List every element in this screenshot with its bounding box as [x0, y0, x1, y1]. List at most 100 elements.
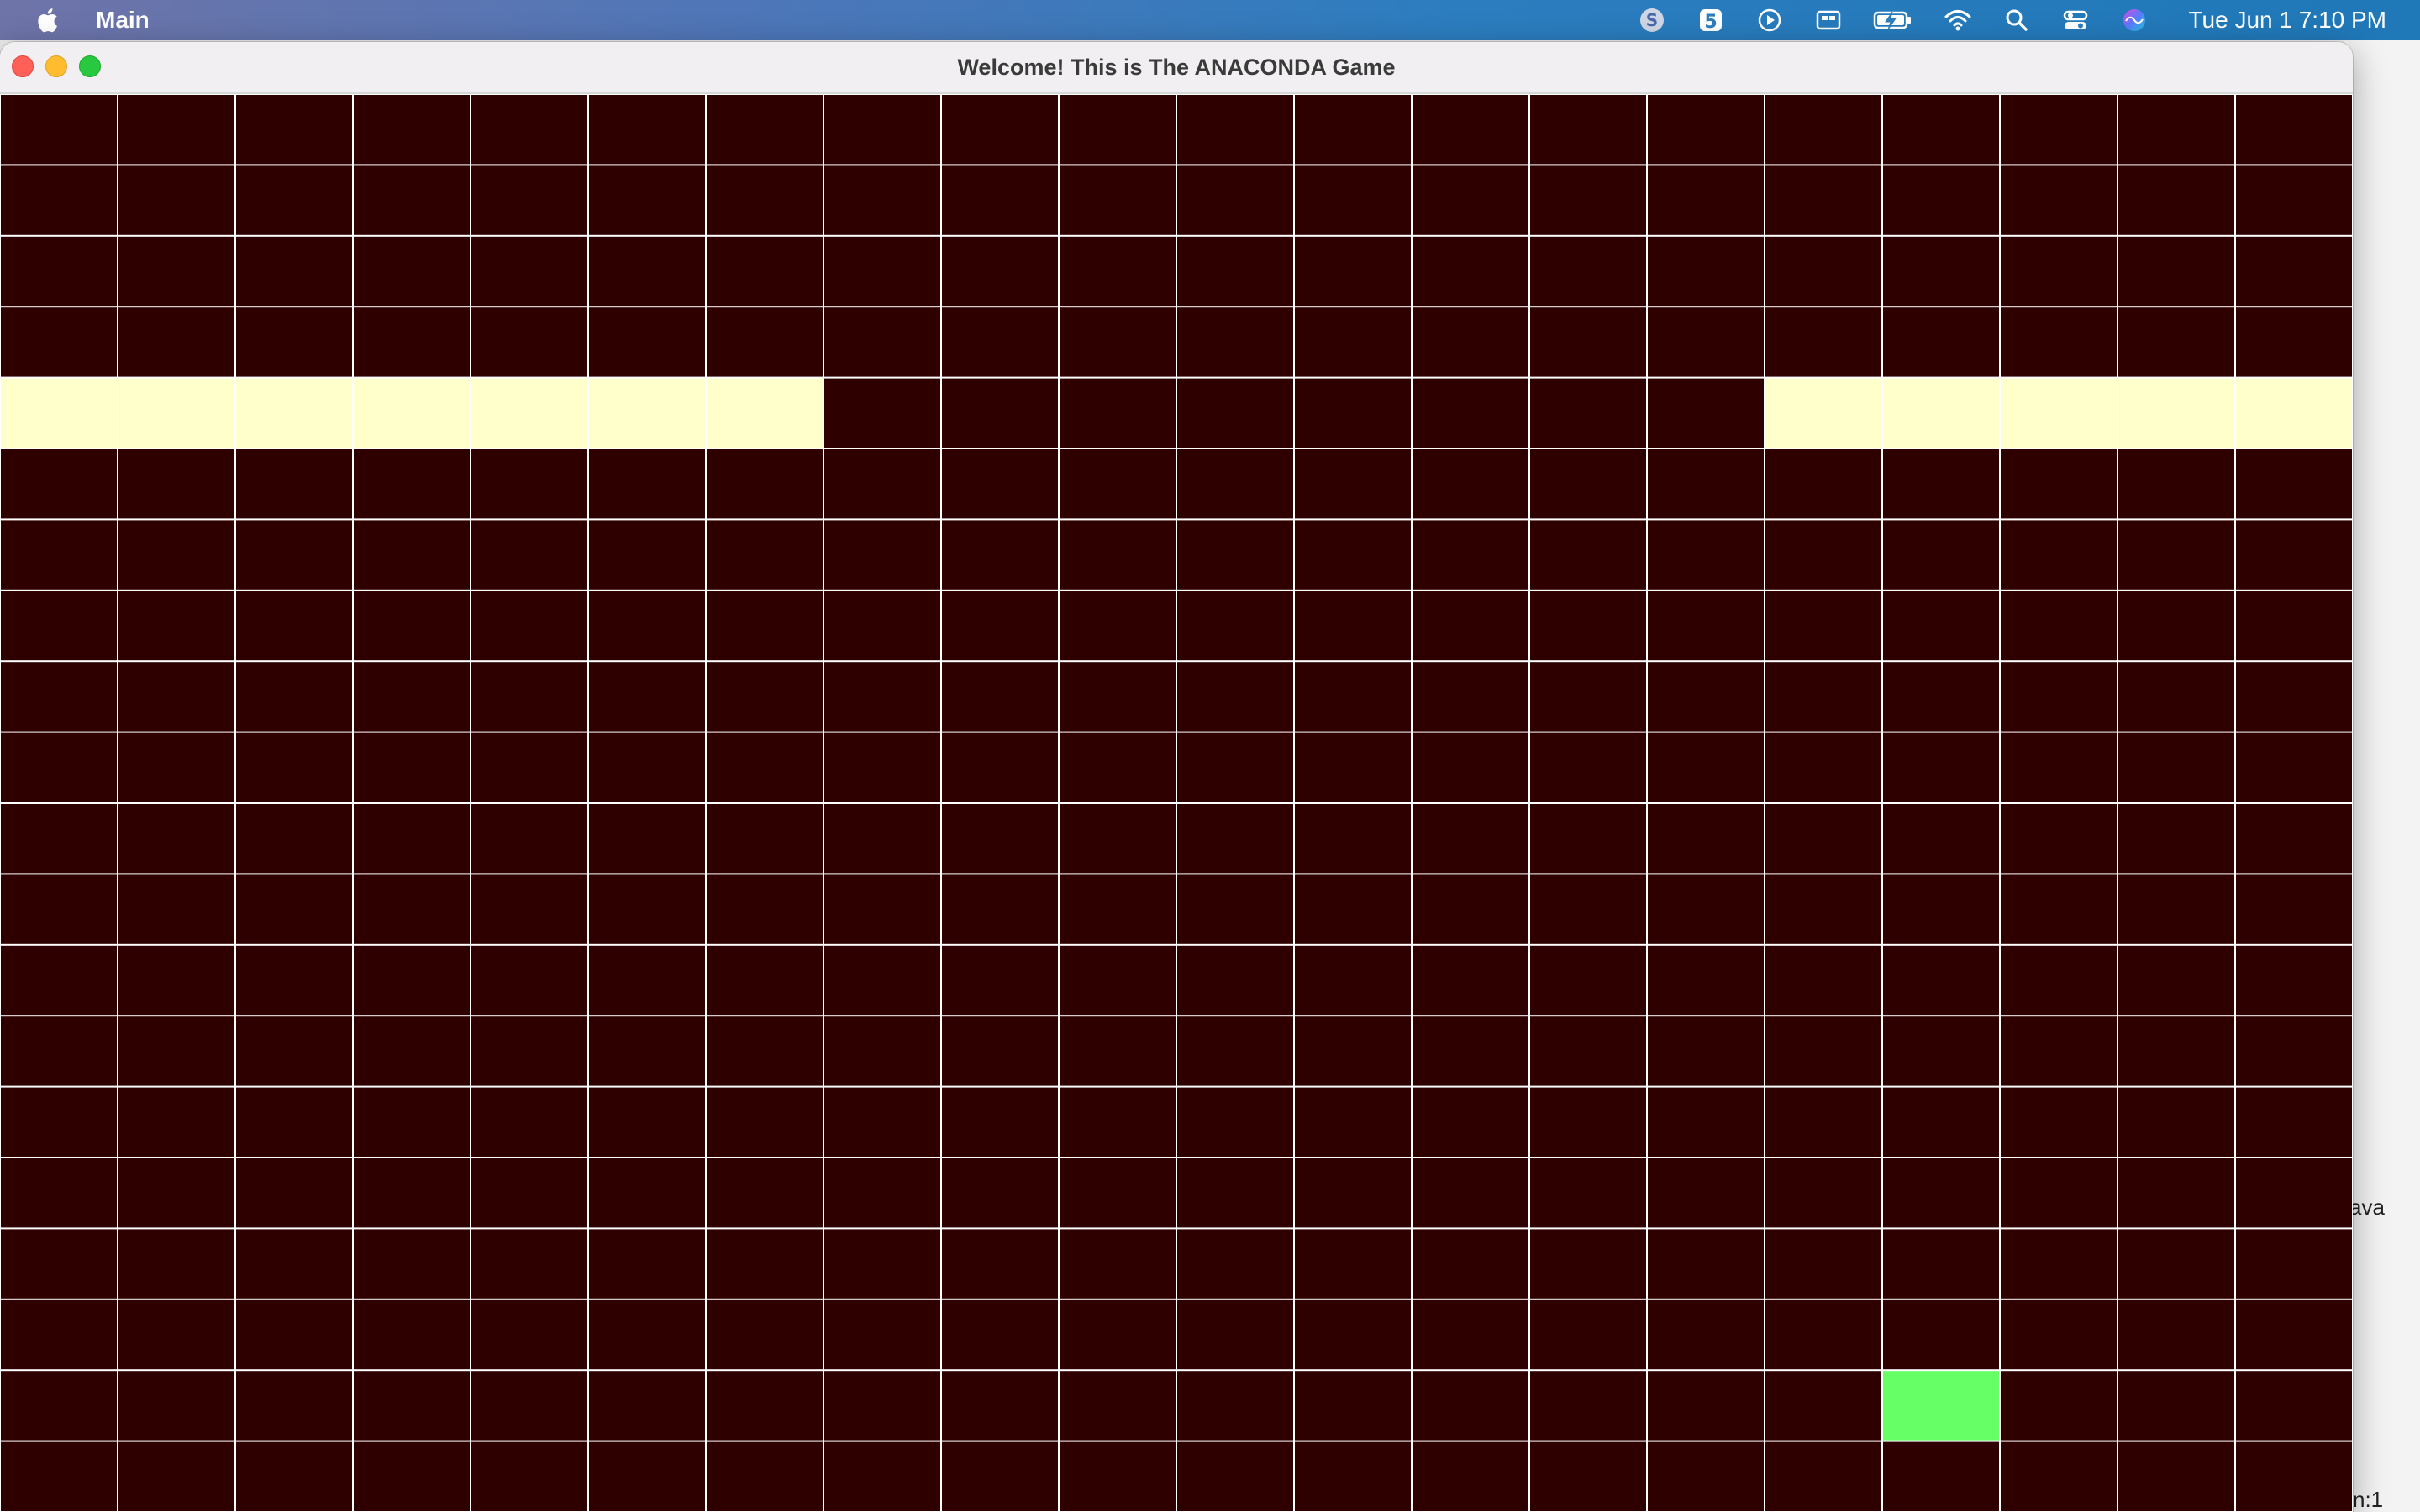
board-cell	[1177, 1371, 1293, 1441]
window-titlebar[interactable]: Welcome! This is The ANACONDA Game	[0, 42, 2353, 94]
board-cell	[2118, 165, 2234, 235]
board-cell	[707, 1299, 823, 1370]
board-cell	[1883, 520, 1999, 590]
board-cell	[707, 307, 823, 377]
board-cell	[2118, 662, 2234, 732]
board-cell	[2001, 1087, 2117, 1157]
board-cell	[1, 165, 117, 235]
board-cell	[1530, 591, 1646, 661]
board-cell	[1177, 1158, 1293, 1228]
board-cell	[942, 945, 1058, 1016]
display-icon[interactable]	[1813, 5, 1844, 35]
board-cell	[1413, 449, 1528, 519]
board-cell	[2236, 1087, 2352, 1157]
board-cell	[2236, 95, 2352, 165]
board-cell	[824, 804, 940, 874]
snake-segment	[1, 378, 117, 448]
board-cell	[1530, 1087, 1646, 1157]
board-cell	[236, 1158, 352, 1228]
board-cell	[1060, 591, 1176, 661]
board-cell	[1, 520, 117, 590]
board-cell	[942, 378, 1058, 448]
board-cell	[1, 874, 117, 944]
board-cell	[1883, 236, 1999, 307]
board-cell	[1530, 95, 1646, 165]
board-cell	[1177, 1016, 1293, 1086]
board-cell	[2001, 662, 2117, 732]
board-cell	[707, 520, 823, 590]
board-cell	[1530, 1441, 1646, 1511]
app-name-menu[interactable]: Main	[96, 7, 150, 34]
board-cell	[471, 95, 587, 165]
game-board[interactable]	[0, 94, 2353, 1512]
board-cell	[1530, 520, 1646, 590]
play-icon[interactable]	[1754, 5, 1785, 35]
board-cell	[942, 804, 1058, 874]
board-cell	[1765, 1158, 1881, 1228]
board-cell	[942, 874, 1058, 944]
board-cell	[1413, 520, 1528, 590]
board-cell	[1, 449, 117, 519]
board-cell	[2001, 1016, 2117, 1086]
board-cell	[942, 1371, 1058, 1441]
board-cell	[2118, 1158, 2234, 1228]
board-cell	[824, 945, 940, 1016]
board-cell	[2236, 449, 2352, 519]
board-cell	[471, 591, 587, 661]
board-cell	[1883, 591, 1999, 661]
board-cell	[1060, 449, 1176, 519]
food-cell	[1883, 1371, 1999, 1441]
board-cell	[1, 1441, 117, 1511]
background-button-label: ava	[2349, 1194, 2385, 1220]
snake-segment	[1765, 378, 1881, 448]
s-icon[interactable]: 5	[1696, 5, 1726, 35]
board-cell	[1295, 1229, 1411, 1299]
board-cell	[1765, 1371, 1881, 1441]
control-center-icon[interactable]	[2060, 5, 2091, 35]
board-cell	[2118, 1087, 2234, 1157]
search-icon[interactable]	[2002, 5, 2032, 35]
board-cell	[471, 732, 587, 802]
background-button[interactable]	[2344, 40, 2420, 1512]
board-cell	[1060, 1299, 1176, 1370]
board-cell	[1530, 1371, 1646, 1441]
board-cell	[2236, 662, 2352, 732]
board-cell	[1648, 804, 1764, 874]
board-cell	[1648, 1229, 1764, 1299]
board-cell	[2001, 1299, 2117, 1370]
board-cell	[1295, 378, 1411, 448]
board-cell	[589, 591, 705, 661]
board-cell	[824, 874, 940, 944]
board-cell	[707, 1158, 823, 1228]
board-cell	[1530, 804, 1646, 874]
board-cell	[1177, 732, 1293, 802]
board-cell	[1530, 236, 1646, 307]
board-cell	[1648, 1016, 1764, 1086]
snake-segment	[2236, 378, 2352, 448]
board-cell	[1, 1299, 117, 1370]
siri-icon[interactable]	[2119, 5, 2149, 35]
board-cell	[707, 874, 823, 944]
apple-icon[interactable]	[34, 5, 64, 35]
board-cell	[1883, 307, 1999, 377]
board-cell	[1765, 520, 1881, 590]
board-cell	[2001, 1229, 2117, 1299]
board-cell	[1648, 1158, 1764, 1228]
skype-icon[interactable]: S	[1637, 5, 1667, 35]
board-cell	[1530, 662, 1646, 732]
board-cell	[942, 1441, 1058, 1511]
battery-charging-icon[interactable]	[1872, 5, 1914, 35]
board-cell	[1177, 165, 1293, 235]
board-cell	[1530, 378, 1646, 448]
board-cell	[589, 236, 705, 307]
board-cell	[1177, 591, 1293, 661]
wifi-icon[interactable]	[1943, 5, 1973, 35]
board-cell	[1883, 1158, 1999, 1228]
board-cell	[1883, 945, 1999, 1016]
board-cell	[589, 1371, 705, 1441]
board-cell	[942, 449, 1058, 519]
board-cell	[1413, 1299, 1528, 1370]
menubar-clock[interactable]: Tue Jun 1 7:10 PM	[2188, 7, 2386, 34]
board-cell	[1883, 1441, 1999, 1511]
board-cell	[1177, 378, 1293, 448]
